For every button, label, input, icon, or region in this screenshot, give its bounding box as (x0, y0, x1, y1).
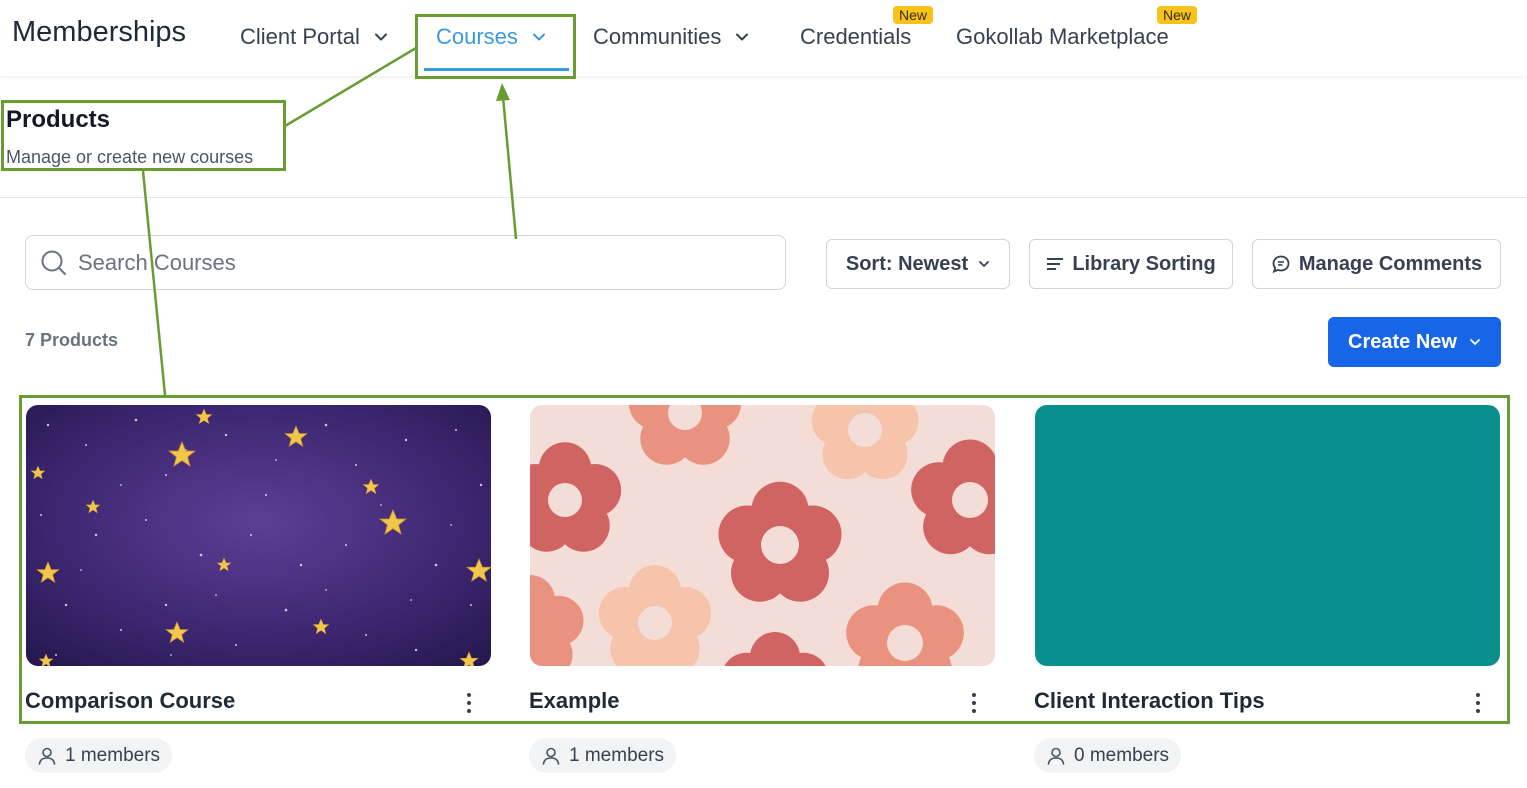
nav-credentials[interactable]: Credentials (800, 24, 911, 50)
nav-communities-label: Communities (593, 24, 722, 49)
nav-marketplace-label: Gokollab Marketplace (956, 24, 1169, 49)
chevron-down-icon (1470, 339, 1480, 345)
members-count: 0 members (1074, 744, 1170, 766)
product-title[interactable]: Example (529, 688, 620, 714)
app-title: Memberships (12, 16, 187, 48)
members-count: 1 members (569, 744, 665, 766)
product-thumbnail-starry[interactable] (26, 405, 491, 666)
more-options-icon[interactable] (464, 692, 474, 714)
product-thumbnail-flowers[interactable] (530, 405, 995, 666)
nav-communities[interactable]: Communities (593, 24, 749, 50)
sort-lines-icon (1047, 258, 1064, 270)
nav-marketplace[interactable]: Gokollab Marketplace (956, 24, 1169, 50)
product-title[interactable]: Client Interaction Tips (1034, 688, 1265, 714)
starry-night-image (26, 405, 491, 666)
members-chip: 1 members (25, 738, 173, 773)
page-title: Products (6, 106, 111, 133)
page-header (0, 77, 1527, 198)
nav-courses-label: Courses (436, 24, 518, 49)
nav-client-portal[interactable]: Client Portal (240, 24, 388, 50)
manage-comments-button[interactable]: Manage Comments (1252, 239, 1501, 289)
product-thumbnail-teal[interactable] (1035, 405, 1500, 666)
nav-client-portal-label: Client Portal (240, 24, 360, 49)
search-box (25, 235, 786, 290)
new-badge-credentials: New (893, 6, 934, 24)
comment-icon (1272, 255, 1290, 274)
new-badge-marketplace: New (1157, 6, 1198, 24)
create-new-button[interactable]: Create New (1328, 317, 1501, 367)
library-sorting-button[interactable]: Library Sorting (1029, 239, 1233, 289)
more-options-icon[interactable] (969, 692, 979, 714)
members-count: 1 members (65, 744, 161, 766)
flower-pattern-image (530, 405, 995, 666)
chevron-down-icon (979, 261, 990, 267)
nav-courses[interactable]: Courses (436, 24, 546, 50)
sort-label: Sort: Newest (845, 252, 969, 275)
search-icon (41, 250, 66, 275)
chevron-down-icon (532, 33, 545, 41)
chevron-down-icon (736, 33, 749, 41)
more-options-icon[interactable] (1473, 692, 1483, 714)
top-nav-bar: Memberships Client Portal Courses Commun… (0, 0, 1527, 76)
create-new-label: Create New (1348, 330, 1457, 353)
active-tab-indicator (424, 68, 569, 71)
members-chip: 1 members (529, 738, 677, 773)
user-icon (1047, 747, 1065, 765)
manage-comments-label: Manage Comments (1298, 252, 1483, 275)
members-chip: 0 members (1034, 738, 1182, 773)
nav-credentials-label: Credentials (800, 24, 912, 49)
sort-dropdown[interactable]: Sort: Newest (826, 239, 1010, 289)
chevron-down-icon (374, 33, 387, 41)
user-icon (542, 747, 560, 765)
page-subtitle: Manage or create new courses (6, 147, 254, 167)
library-sorting-label: Library Sorting (1072, 252, 1216, 275)
search-input[interactable] (76, 248, 760, 277)
product-title[interactable]: Comparison Course (25, 688, 235, 714)
user-icon (38, 747, 56, 765)
product-count: 7 Products (25, 330, 119, 350)
